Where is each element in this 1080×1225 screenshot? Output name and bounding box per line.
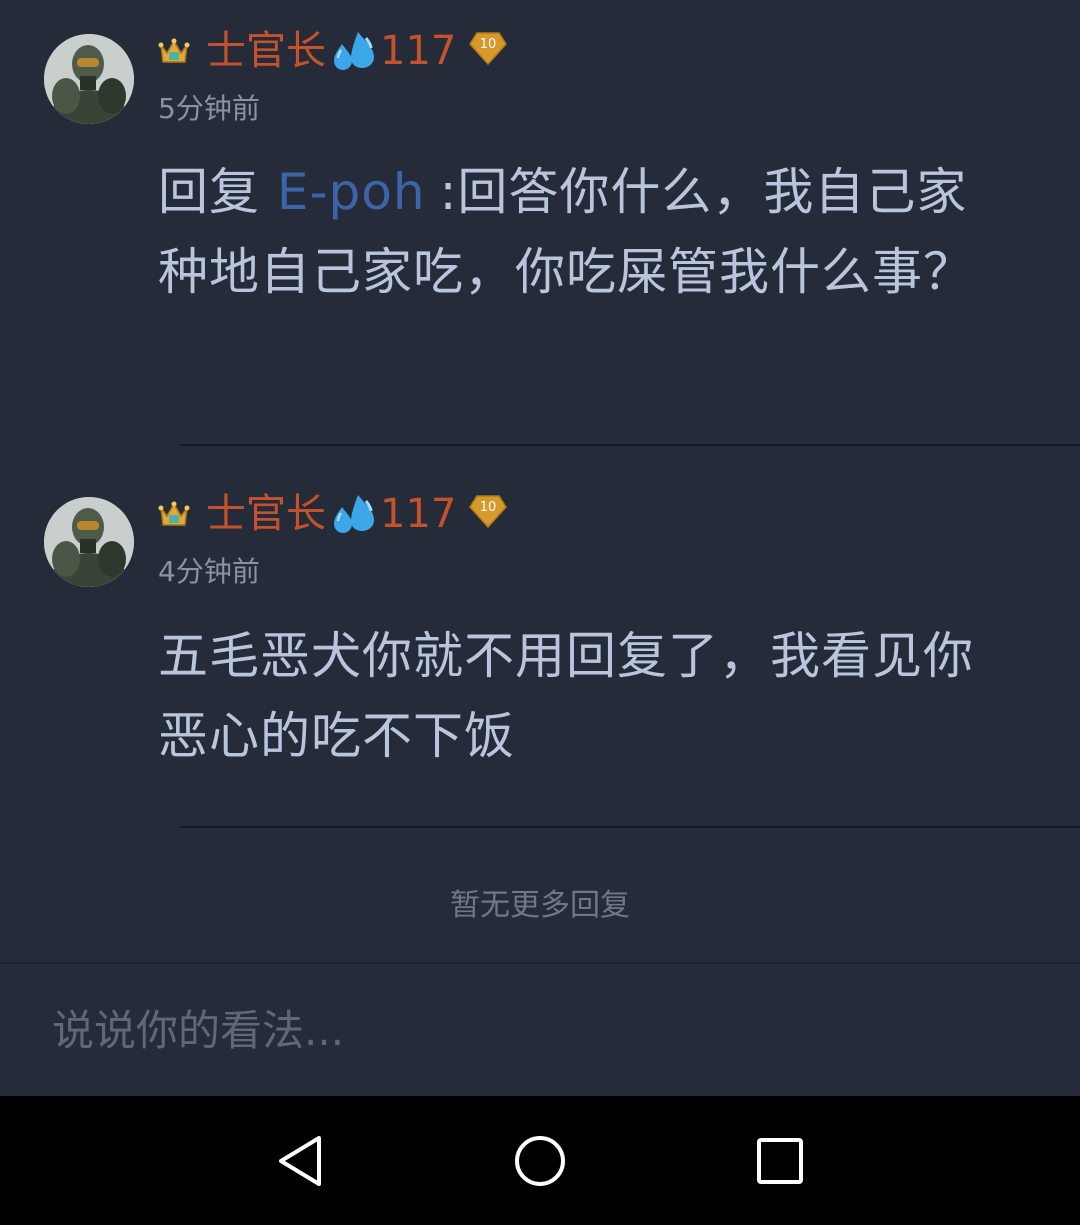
svg-text:10: 10 bbox=[480, 37, 497, 52]
username[interactable]: 士官长 117 bbox=[206, 26, 456, 76]
timestamp: 4分钟前 bbox=[158, 555, 260, 588]
comment-item[interactable]: 士官长 117 10 4分钟前 五毛恶犬你就不用回复了，我看见你恶心的吃不下饭 bbox=[0, 462, 1080, 828]
sweat-drops-emoji-icon bbox=[334, 32, 374, 70]
crown-icon bbox=[158, 38, 190, 63]
recent-apps-button[interactable] bbox=[745, 1126, 815, 1196]
comment-item[interactable]: 士官长 117 10 5分钟前 回复 E-poh:回答你什么，我自己家种地自己家… bbox=[0, 0, 1080, 446]
avatar[interactable] bbox=[44, 34, 134, 124]
no-more-replies-label: 暂无更多回复 bbox=[450, 888, 630, 923]
avatar[interactable] bbox=[44, 497, 134, 587]
svg-text:10: 10 bbox=[480, 500, 497, 515]
level-badge-icon: 10 bbox=[469, 32, 508, 66]
mention-link[interactable]: E-poh bbox=[277, 163, 426, 221]
comment-text: 五毛恶犬你就不用回复了，我看见你恶心的吃不下饭 bbox=[158, 627, 974, 765]
username[interactable]: 士官长 117 bbox=[206, 489, 456, 539]
back-button[interactable] bbox=[265, 1126, 335, 1196]
comment-body: 五毛恶犬你就不用回复了，我看见你恶心的吃不下饭 bbox=[158, 616, 1018, 776]
divider bbox=[180, 444, 1080, 446]
home-button[interactable] bbox=[505, 1126, 575, 1196]
user-name-row: 士官长 117 10 bbox=[158, 26, 508, 76]
comment-body: 回复 E-poh:回答你什么，我自己家种地自己家吃，你吃屎管我什么事？ bbox=[158, 152, 1018, 312]
reply-prefix: 回复 bbox=[158, 163, 260, 221]
system-navigation-bar bbox=[0, 1096, 1080, 1225]
level-badge-icon: 10 bbox=[469, 495, 508, 529]
user-name-row: 士官长 117 10 bbox=[158, 489, 508, 539]
back-triangle-icon bbox=[279, 1136, 321, 1186]
comment-reply-screen: 士官长 117 10 5分钟前 回复 E-poh:回答你什么，我自己家种地自己家… bbox=[0, 0, 1080, 1225]
divider bbox=[180, 826, 1080, 828]
home-circle-icon bbox=[515, 1136, 565, 1186]
comment-input-placeholder[interactable]: 说说你的看法... bbox=[52, 1004, 344, 1058]
comment-input-bar[interactable]: 说说你的看法... bbox=[0, 964, 1080, 1096]
crown-icon bbox=[158, 501, 190, 526]
sweat-drops-emoji-icon bbox=[334, 495, 374, 533]
recent-apps-square-icon bbox=[757, 1138, 803, 1184]
timestamp: 5分钟前 bbox=[158, 92, 260, 125]
